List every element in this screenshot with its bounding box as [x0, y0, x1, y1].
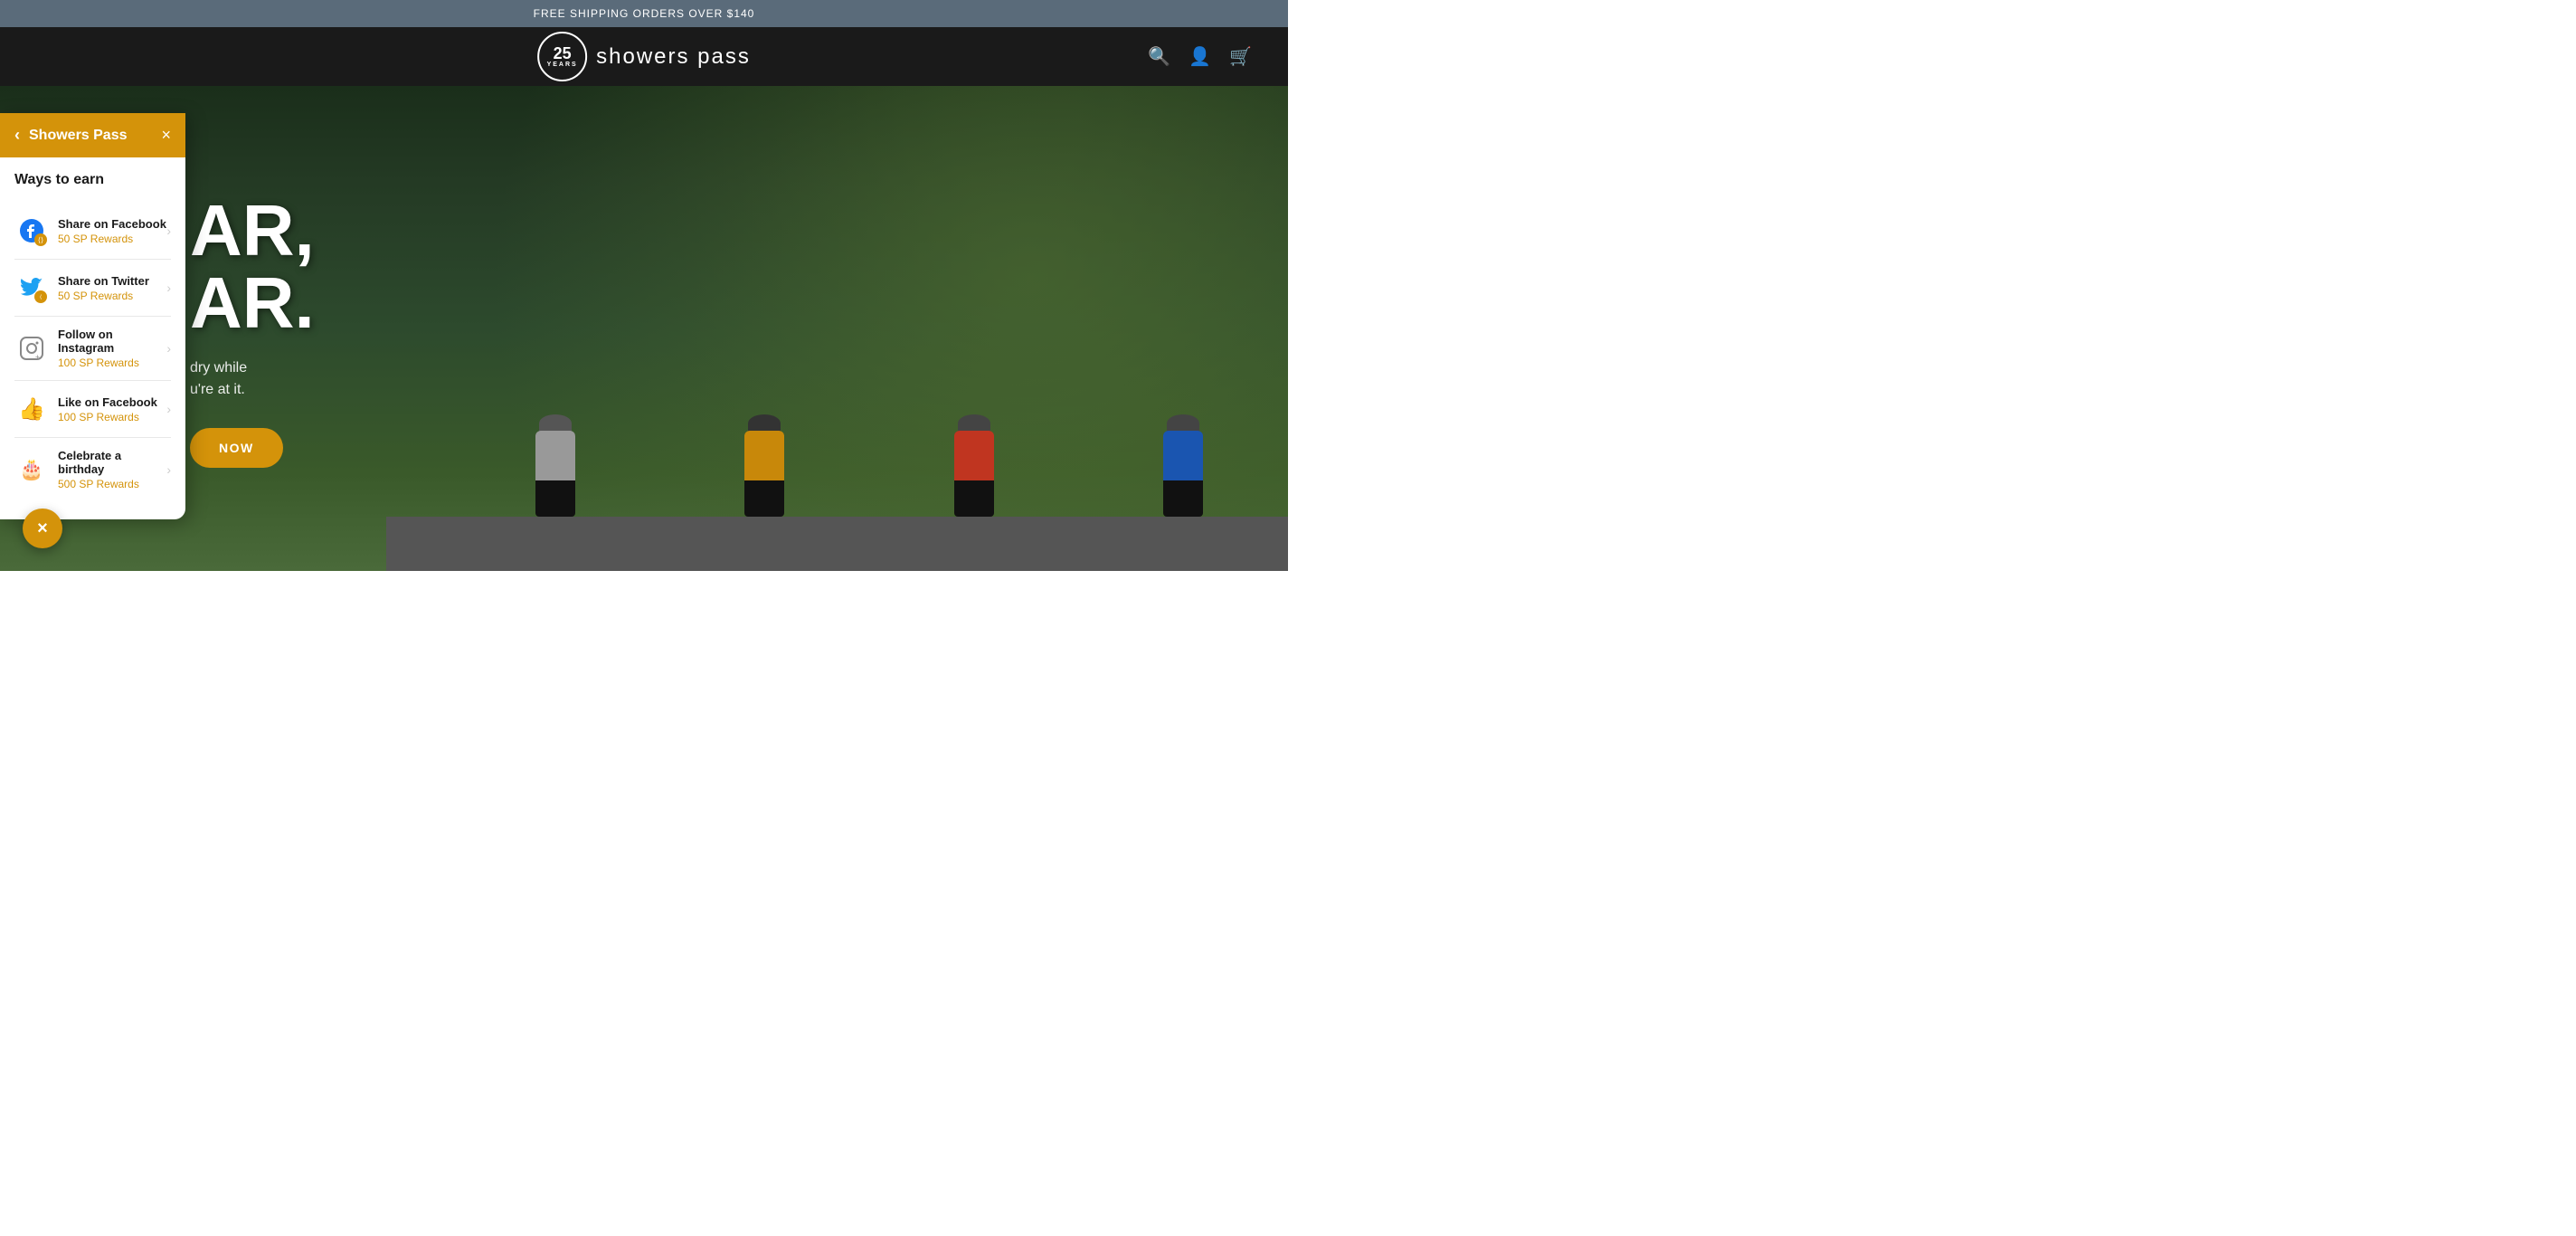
rewards-item-twitter-name: Share on Twitter — [58, 274, 166, 288]
instagram-icon: + — [14, 331, 49, 366]
rewards-item-instagram-name: Follow on Instagram — [58, 328, 166, 355]
thumbs-up-icon: 👍 — [14, 392, 49, 426]
hero-headline-line1: AR, — [190, 195, 315, 267]
search-icon[interactable]: 🔍 — [1148, 45, 1170, 68]
rewards-item-instagram-text: Follow on Instagram 100 SP Rewards — [58, 328, 166, 369]
announcement-bar: FREE SHIPPING ORDERS OVER $140 — [0, 0, 1288, 27]
cyclist-2 — [744, 414, 784, 517]
cyclist-2-jacket — [744, 431, 784, 480]
hero-content: AR, AR. dry while u're at it. NOW — [190, 195, 315, 468]
cyclist-4-helmet — [1167, 414, 1199, 433]
rewards-panel-body: Ways to earn ⟨⟩ Share on Facebook 50 SP … — [0, 157, 185, 519]
chevron-right-icon-3: › — [166, 341, 171, 356]
cyclist-3 — [954, 414, 994, 517]
chevron-right-icon-2: › — [166, 280, 171, 295]
rewards-panel-title: Showers Pass — [29, 128, 128, 144]
cyclist-2-legs — [744, 480, 784, 517]
twitter-share-badge: ⟨ — [34, 290, 47, 303]
cyclist-3-helmet — [958, 414, 990, 433]
announcement-text: FREE SHIPPING ORDERS OVER $140 — [534, 7, 755, 20]
rewards-item-birthday-text: Celebrate a birthday 500 SP Rewards — [58, 449, 166, 490]
hero-headline: AR, AR. — [190, 195, 315, 339]
chevron-right-icon: › — [166, 223, 171, 238]
rewards-item-birthday[interactable]: 🎂 Celebrate a birthday 500 SP Rewards › — [14, 438, 171, 501]
hero-section: AR, AR. dry while u're at it. NOW ‹ Show… — [0, 86, 1288, 571]
hero-headline-line2: AR. — [190, 267, 315, 339]
rewards-item-facebook-share-pts: 50 SP Rewards — [58, 233, 166, 245]
rewards-panel: ‹ Showers Pass × Ways to earn ⟨⟩ Share o… — [0, 113, 185, 519]
rewards-item-twitter-share[interactable]: ⟨ Share on Twitter 50 SP Rewards › — [14, 260, 171, 317]
rewards-item-birthday-pts: 500 SP Rewards — [58, 478, 166, 490]
floating-close-button[interactable]: × — [23, 509, 62, 548]
shop-now-button[interactable]: NOW — [190, 428, 283, 468]
hero-desc-line2: u're at it. — [190, 379, 315, 401]
rewards-item-birthday-name: Celebrate a birthday — [58, 449, 166, 476]
cart-icon[interactable]: 🛒 — [1229, 45, 1252, 68]
cyclist-1-legs — [535, 480, 575, 517]
cyclist-4 — [1163, 414, 1203, 517]
site-header: 25 YEARS showers pass 🔍 👤 🛒 — [0, 27, 1288, 86]
rewards-item-instagram[interactable]: + Follow on Instagram 100 SP Rewards › — [14, 317, 171, 381]
site-logo[interactable]: 25 YEARS showers pass — [537, 32, 751, 81]
rewards-item-facebook-share-name: Share on Facebook — [58, 217, 166, 231]
rewards-panel-header: ‹ Showers Pass × — [0, 113, 185, 157]
cyclist-1-jacket — [535, 431, 575, 480]
hero-description: dry while u're at it. — [190, 357, 315, 401]
account-icon[interactable]: 👤 — [1189, 45, 1211, 68]
cyclist-1 — [535, 414, 575, 517]
cyclist-3-jacket — [954, 431, 994, 480]
hero-desc-line1: dry while — [190, 357, 315, 379]
logo-text: showers pass — [596, 44, 751, 70]
cyclist-3-legs — [954, 480, 994, 517]
rewards-section-title: Ways to earn — [14, 172, 171, 188]
facebook-share-badge: ⟨⟩ — [34, 233, 47, 246]
facebook-icon: ⟨⟩ — [14, 214, 49, 248]
svg-text:+: + — [35, 353, 40, 361]
cyclist-2-helmet — [748, 414, 781, 433]
cyclist-4-jacket — [1163, 431, 1203, 480]
rewards-item-twitter-share-text: Share on Twitter 50 SP Rewards — [58, 274, 166, 302]
logo-circle-icon: 25 YEARS — [537, 32, 587, 81]
cyclist-4-legs — [1163, 480, 1203, 517]
chevron-right-icon-4: › — [166, 402, 171, 416]
rewards-item-twitter-pts: 50 SP Rewards — [58, 290, 166, 302]
rewards-item-instagram-pts: 100 SP Rewards — [58, 357, 166, 369]
chevron-right-icon-5: › — [166, 462, 171, 477]
twitter-icon: ⟨ — [14, 271, 49, 305]
rewards-close-button[interactable]: × — [161, 126, 171, 145]
header-icons: 🔍 👤 🛒 — [1148, 45, 1252, 68]
rewards-item-like-pts: 100 SP Rewards — [58, 411, 166, 423]
rewards-item-like-name: Like on Facebook — [58, 395, 166, 409]
rewards-item-facebook-like[interactable]: 👍 Like on Facebook 100 SP Rewards › — [14, 381, 171, 438]
cyclists-image — [450, 135, 1288, 571]
rewards-item-facebook-share[interactable]: ⟨⟩ Share on Facebook 50 SP Rewards › — [14, 203, 171, 260]
rewards-header-left: ‹ Showers Pass — [14, 126, 128, 145]
rewards-item-facebook-like-text: Like on Facebook 100 SP Rewards — [58, 395, 166, 423]
cyclist-1-helmet — [539, 414, 572, 433]
rewards-back-button[interactable]: ‹ — [14, 126, 20, 145]
rewards-item-facebook-share-text: Share on Facebook 50 SP Rewards — [58, 217, 166, 245]
birthday-icon: 🎂 — [14, 452, 49, 487]
